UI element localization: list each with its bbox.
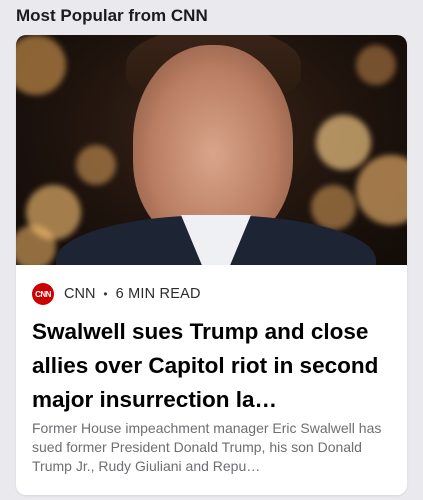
read-time: 6 MIN READ (115, 286, 201, 302)
section-title: Most Popular from CNN (16, 6, 208, 25)
source-name: CNN (64, 286, 96, 302)
article-summary: Former House impeachment manager Eric Sw… (32, 420, 382, 474)
bokeh-light (316, 115, 371, 170)
article-card[interactable]: CNN CNN • 6 MIN READ Swalwell sues Trump… (16, 35, 407, 495)
bokeh-light (311, 185, 356, 230)
article-headline[interactable]: Swalwell sues Trump and close allies ove… (32, 315, 394, 417)
cnn-logo-icon: CNN (32, 283, 54, 305)
bokeh-light (356, 155, 407, 225)
bokeh-light (356, 45, 396, 85)
bokeh-light (16, 35, 66, 95)
article-image[interactable] (16, 35, 407, 265)
meta-separator: • (103, 287, 108, 301)
bokeh-light (76, 145, 116, 185)
article-meta: CNN CNN • 6 MIN READ (32, 283, 201, 305)
